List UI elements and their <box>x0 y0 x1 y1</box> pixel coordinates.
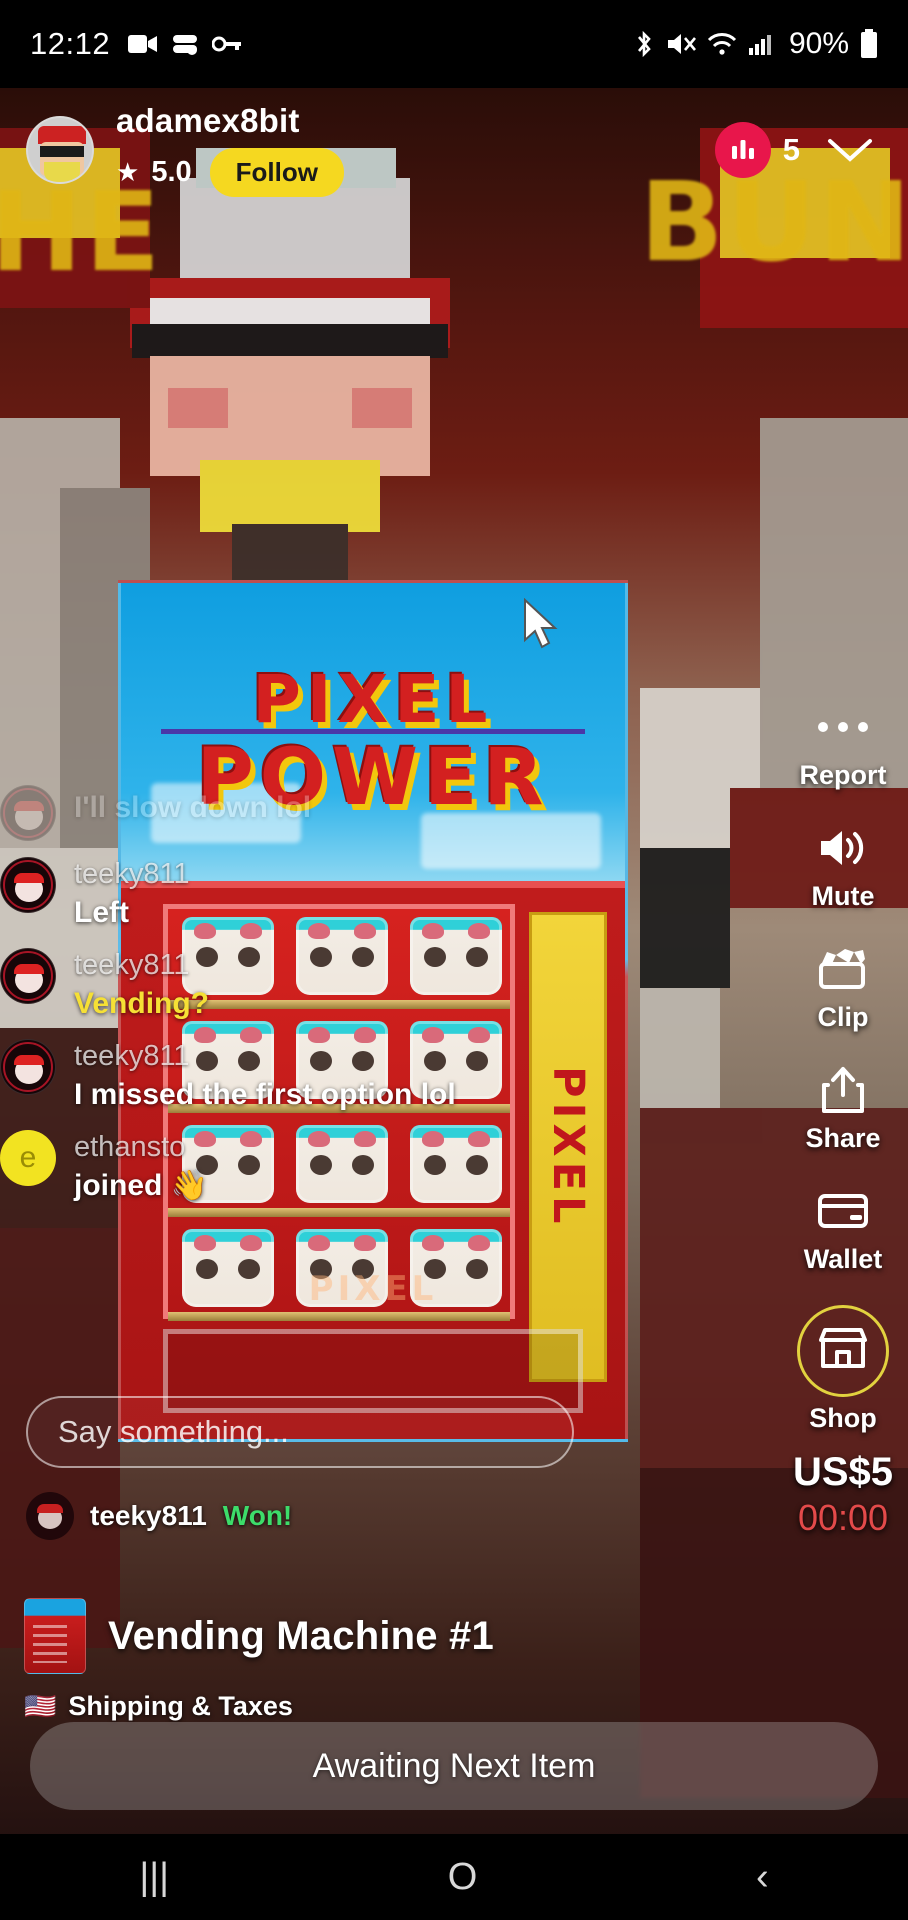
clapperboard-icon <box>817 942 869 996</box>
viewer-count: 5 <box>782 132 800 167</box>
wifi-icon <box>707 32 737 56</box>
auction-timer: 00:00 <box>797 1497 889 1538</box>
teeky-avatar[interactable] <box>0 1038 56 1095</box>
battery-icon <box>860 29 878 59</box>
clip-button[interactable]: Clip <box>817 942 869 1033</box>
chat-input-placeholder: Say something... <box>58 1414 289 1449</box>
vending-machine-thumbnail <box>24 1598 86 1674</box>
vm-title-line1: PIXEL <box>252 661 494 738</box>
wallet-button[interactable]: Wallet <box>803 1184 883 1275</box>
won-notification: teeky811 Won! <box>26 1492 292 1540</box>
header-actions: 5 <box>714 122 882 178</box>
cellular-signal-icon <box>748 32 774 56</box>
host-rating: 5.0 <box>151 155 192 188</box>
host-username[interactable]: adamex8bit <box>116 103 344 140</box>
recents-button[interactable]: ||| <box>79 1856 229 1899</box>
host-meta: adamex8bit ★ 5.0 Follow <box>116 103 344 197</box>
shop-ring <box>797 1305 889 1397</box>
chat-username[interactable]: teeky811 <box>74 1040 456 1073</box>
back-button[interactable]: ‹ <box>696 1856 829 1899</box>
share-upload-icon <box>819 1063 867 1117</box>
won-label: Won! <box>222 1500 293 1531</box>
action-rail: Report Mute Clip Share Wallet Shop US$5 … <box>778 700 908 1539</box>
shipping-label: Shipping & Taxes <box>68 1691 293 1721</box>
star-icon: ★ <box>116 157 140 188</box>
chevron-down-icon[interactable] <box>818 131 882 170</box>
status-left-icons <box>128 32 242 56</box>
chat-text: Vending? <box>74 987 209 1021</box>
stream-header: adamex8bit ★ 5.0 Follow 5 <box>0 100 908 200</box>
chat-username[interactable]: teeky811 <box>74 858 190 891</box>
status-bar: 12:12 90% <box>0 0 908 88</box>
shop-button[interactable]: Shop US$5 00:00 <box>793 1305 893 1539</box>
chat-text: I missed the first option lol <box>74 1078 456 1112</box>
chat-text: joined 👋 <box>74 1168 209 1202</box>
chat-message: I'll slow down lol <box>0 785 560 841</box>
video-recorder-icon <box>128 33 158 55</box>
bluetooth-icon <box>633 29 655 59</box>
chat-username[interactable]: teeky811 <box>74 949 209 982</box>
vpn-key-icon <box>212 35 242 53</box>
storefront-icon <box>815 1324 871 1379</box>
mute-button[interactable]: Mute <box>812 821 875 912</box>
ethansto-avatar[interactable]: e <box>0 1129 56 1186</box>
us-flag-icon: 🇺🇸 <box>24 1691 57 1721</box>
chat-text: I'll slow down lol <box>74 791 312 824</box>
report-label: Report <box>799 760 887 790</box>
chat-input[interactable]: Say something... <box>26 1396 574 1468</box>
chat-message-list[interactable]: I'll slow down lol teeky811 Left teeky81… <box>0 785 560 1220</box>
shop-label: Shop <box>809 1403 877 1433</box>
chat-message: teeky811 Vending? <box>0 947 560 1023</box>
audience-bars-icon <box>714 122 771 178</box>
current-product[interactable]: Vending Machine #1 <box>24 1598 494 1674</box>
clip-label: Clip <box>817 1002 869 1032</box>
chat-username[interactable]: ethansto <box>74 1131 208 1164</box>
more-options-icon <box>815 700 871 754</box>
shipping-info[interactable]: 🇺🇸 Shipping & Taxes <box>24 1691 293 1722</box>
awaiting-label: Awaiting Next Item <box>312 1746 596 1785</box>
teeky-avatar[interactable] <box>0 857 56 913</box>
wallet-label: Wallet <box>803 1244 883 1274</box>
battery-percent: 90% <box>788 27 849 60</box>
mouse-cursor <box>521 597 563 657</box>
chat-text: Left <box>74 896 129 930</box>
share-button[interactable]: Share <box>805 1063 881 1154</box>
chat-message: e ethansto joined 👋 <box>0 1129 560 1205</box>
mute-label: Mute <box>811 881 875 911</box>
report-button[interactable]: Report <box>800 700 887 791</box>
follow-button[interactable]: Follow <box>209 147 344 197</box>
volume-mute-icon <box>666 31 696 57</box>
screen-record-icon <box>172 32 198 56</box>
teeky-avatar[interactable] <box>0 947 56 1004</box>
phone-screen: 12:12 90% HE BUN PIXEL POWER PIXEL PIXEL… <box>0 0 908 1920</box>
item-price: US$5 <box>792 1450 894 1494</box>
won-username: teeky811 <box>90 1500 207 1531</box>
android-nav-bar: ||| O ‹ <box>0 1834 908 1920</box>
viewer-count-pill[interactable]: 5 <box>714 122 800 178</box>
share-label: Share <box>805 1123 881 1153</box>
teeky-avatar <box>26 1492 74 1540</box>
status-time: 12:12 <box>30 26 111 61</box>
credit-card-icon <box>817 1184 869 1238</box>
host-avatar[interactable] <box>26 116 94 184</box>
product-title: Vending Machine #1 <box>108 1613 494 1658</box>
teeky-avatar <box>0 785 56 841</box>
speaker-volume-icon <box>817 821 869 875</box>
vm-bottom-logo: PIXEL <box>308 1269 438 1309</box>
status-right-icons: 90% <box>633 27 878 61</box>
chat-message: teeky811 Left <box>0 857 560 932</box>
chat-message: teeky811 I missed the first option lol <box>0 1038 560 1114</box>
awaiting-next-item-bar[interactable]: Awaiting Next Item <box>30 1722 878 1810</box>
home-button[interactable]: O <box>388 1856 538 1899</box>
